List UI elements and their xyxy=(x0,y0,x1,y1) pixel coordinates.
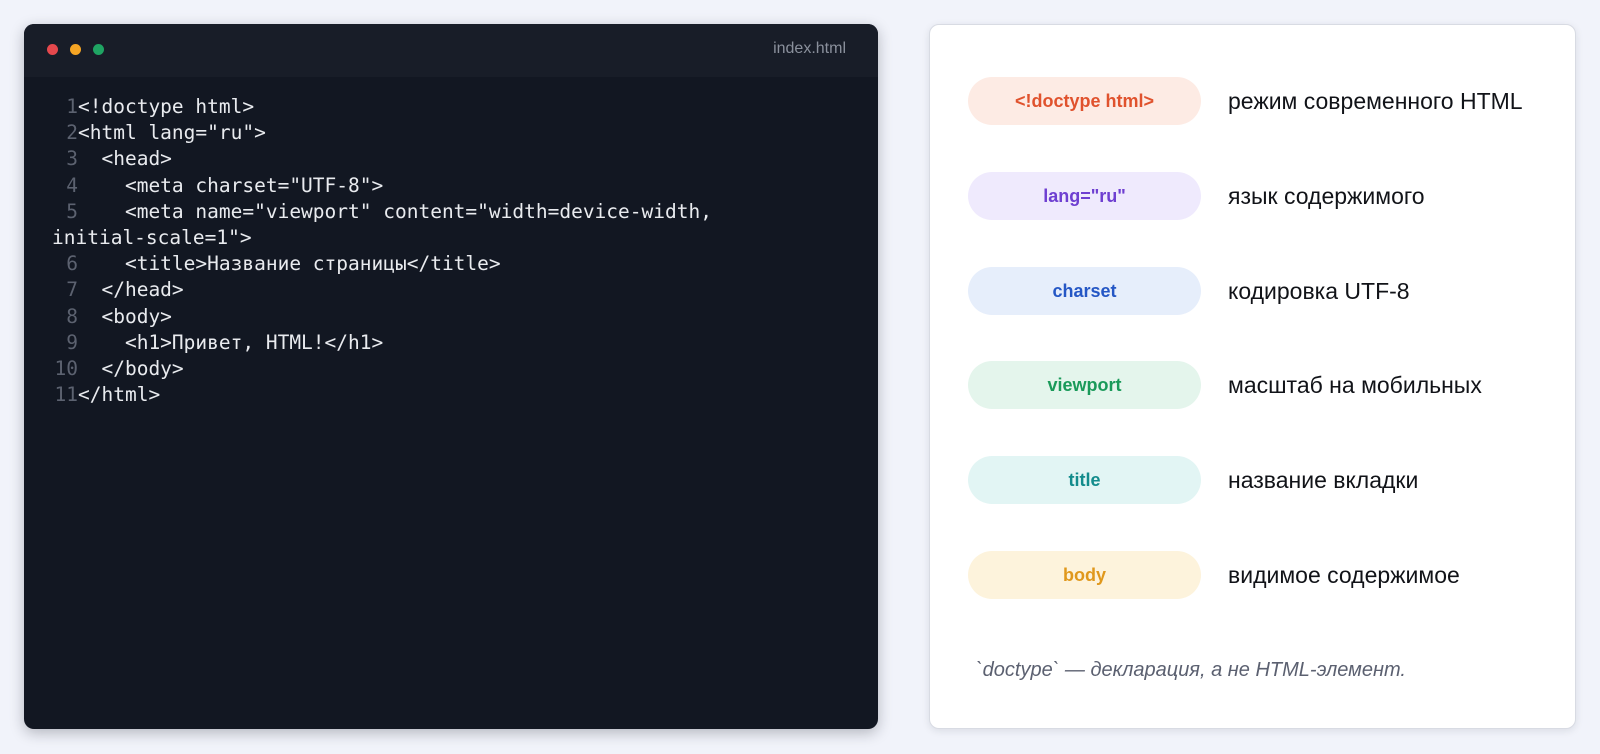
code-text: <html lang="ru"> xyxy=(78,121,266,145)
line-number: 7 xyxy=(66,278,78,302)
code-line: 7 </head> xyxy=(24,277,878,303)
code-text: <!doctype html> xyxy=(78,95,255,118)
legend-row: lang="ru" язык содержимого xyxy=(968,172,1425,220)
code-line: 8 <body> xyxy=(24,304,878,330)
legend-tag-pill: title xyxy=(968,456,1201,504)
code-text: <title>Название страницы</title> xyxy=(78,252,501,276)
legend-row: <!doctype html> режим современного HTML xyxy=(968,77,1523,125)
code-text: <h1>Привет, HTML!</h1> xyxy=(78,330,384,354)
line-number: 2 xyxy=(66,121,78,145)
line-number: 3 xyxy=(66,147,78,171)
line-number: 10 xyxy=(54,356,78,380)
code-editor-window: index.html 1<!doctype html> 2<html lang="… xyxy=(24,24,878,729)
code-line: 6 <title>Название страницы</title> xyxy=(24,251,878,277)
legend-description: масштаб на мобильных xyxy=(1228,371,1482,398)
legend-tag-pill: <!doctype html> xyxy=(968,77,1201,125)
code-line: 11</html> xyxy=(24,382,878,408)
legend-row: viewport масштаб на мобильных xyxy=(968,361,1482,409)
legend-description: название вкладки xyxy=(1228,466,1419,493)
maximize-dot-icon[interactable] xyxy=(93,44,104,55)
code-text: </body> xyxy=(78,356,184,380)
legend-description: кодировка UTF-8 xyxy=(1228,277,1410,304)
code-text: <meta charset="UTF-8"> xyxy=(78,173,384,197)
code-line: 1<!doctype html> xyxy=(24,94,878,120)
line-number: 11 xyxy=(54,383,78,407)
legend-tag-pill: body xyxy=(968,551,1201,599)
line-number: 8 xyxy=(66,304,78,328)
code-text: <meta name="viewport" content="width=dev… xyxy=(78,199,712,223)
code-area[interactable]: 1<!doctype html> 2<html lang="ru"> 3 <head… xyxy=(24,94,878,408)
code-line: 10 </body> xyxy=(24,356,878,382)
code-line: 2<html lang="ru"> xyxy=(24,120,878,146)
legend-description: видимое содержимое xyxy=(1228,561,1460,588)
line-number: 5 xyxy=(66,199,78,223)
legend-footnote: `doctype` — декларация, а не HTML-элемен… xyxy=(976,659,1406,681)
legend-row: title название вкладки xyxy=(968,456,1418,504)
editor-filename: index.html xyxy=(773,40,846,57)
line-number: 6 xyxy=(66,252,78,276)
code-line: 5 <meta name="viewport" content="width=d… xyxy=(24,199,878,225)
legend-description: режим современного HTML xyxy=(1228,87,1523,114)
close-dot-icon[interactable] xyxy=(47,44,58,55)
line-number: 9 xyxy=(66,330,78,354)
code-text: <head> xyxy=(78,147,172,171)
editor-titlebar: index.html xyxy=(24,24,878,77)
legend-row: body видимое содержимое xyxy=(968,551,1460,599)
code-line: 9 <h1>Привет, HTML!</h1> xyxy=(24,330,878,356)
line-number: 1 xyxy=(66,95,78,118)
code-line: 3 <head> xyxy=(24,146,878,172)
code-text: </head> xyxy=(78,278,184,302)
legend-tag-pill: charset xyxy=(968,267,1201,315)
minimize-dot-icon[interactable] xyxy=(70,44,81,55)
legend-panel: `doctype` — декларация, а не HTML-элемен… xyxy=(929,24,1576,729)
code-text: <body> xyxy=(78,304,172,328)
legend-tag-pill: lang="ru" xyxy=(968,172,1201,220)
legend-row: charset кодировка UTF-8 xyxy=(968,267,1410,315)
legend-description: язык содержимого xyxy=(1228,182,1425,209)
line-number: 4 xyxy=(66,173,78,197)
code-line: 4 <meta charset="UTF-8"> xyxy=(24,173,878,199)
code-text: </html> xyxy=(78,383,161,407)
legend-tag-pill: viewport xyxy=(968,361,1201,409)
code-text-wrapped: initial-scale=1"> xyxy=(52,225,252,249)
